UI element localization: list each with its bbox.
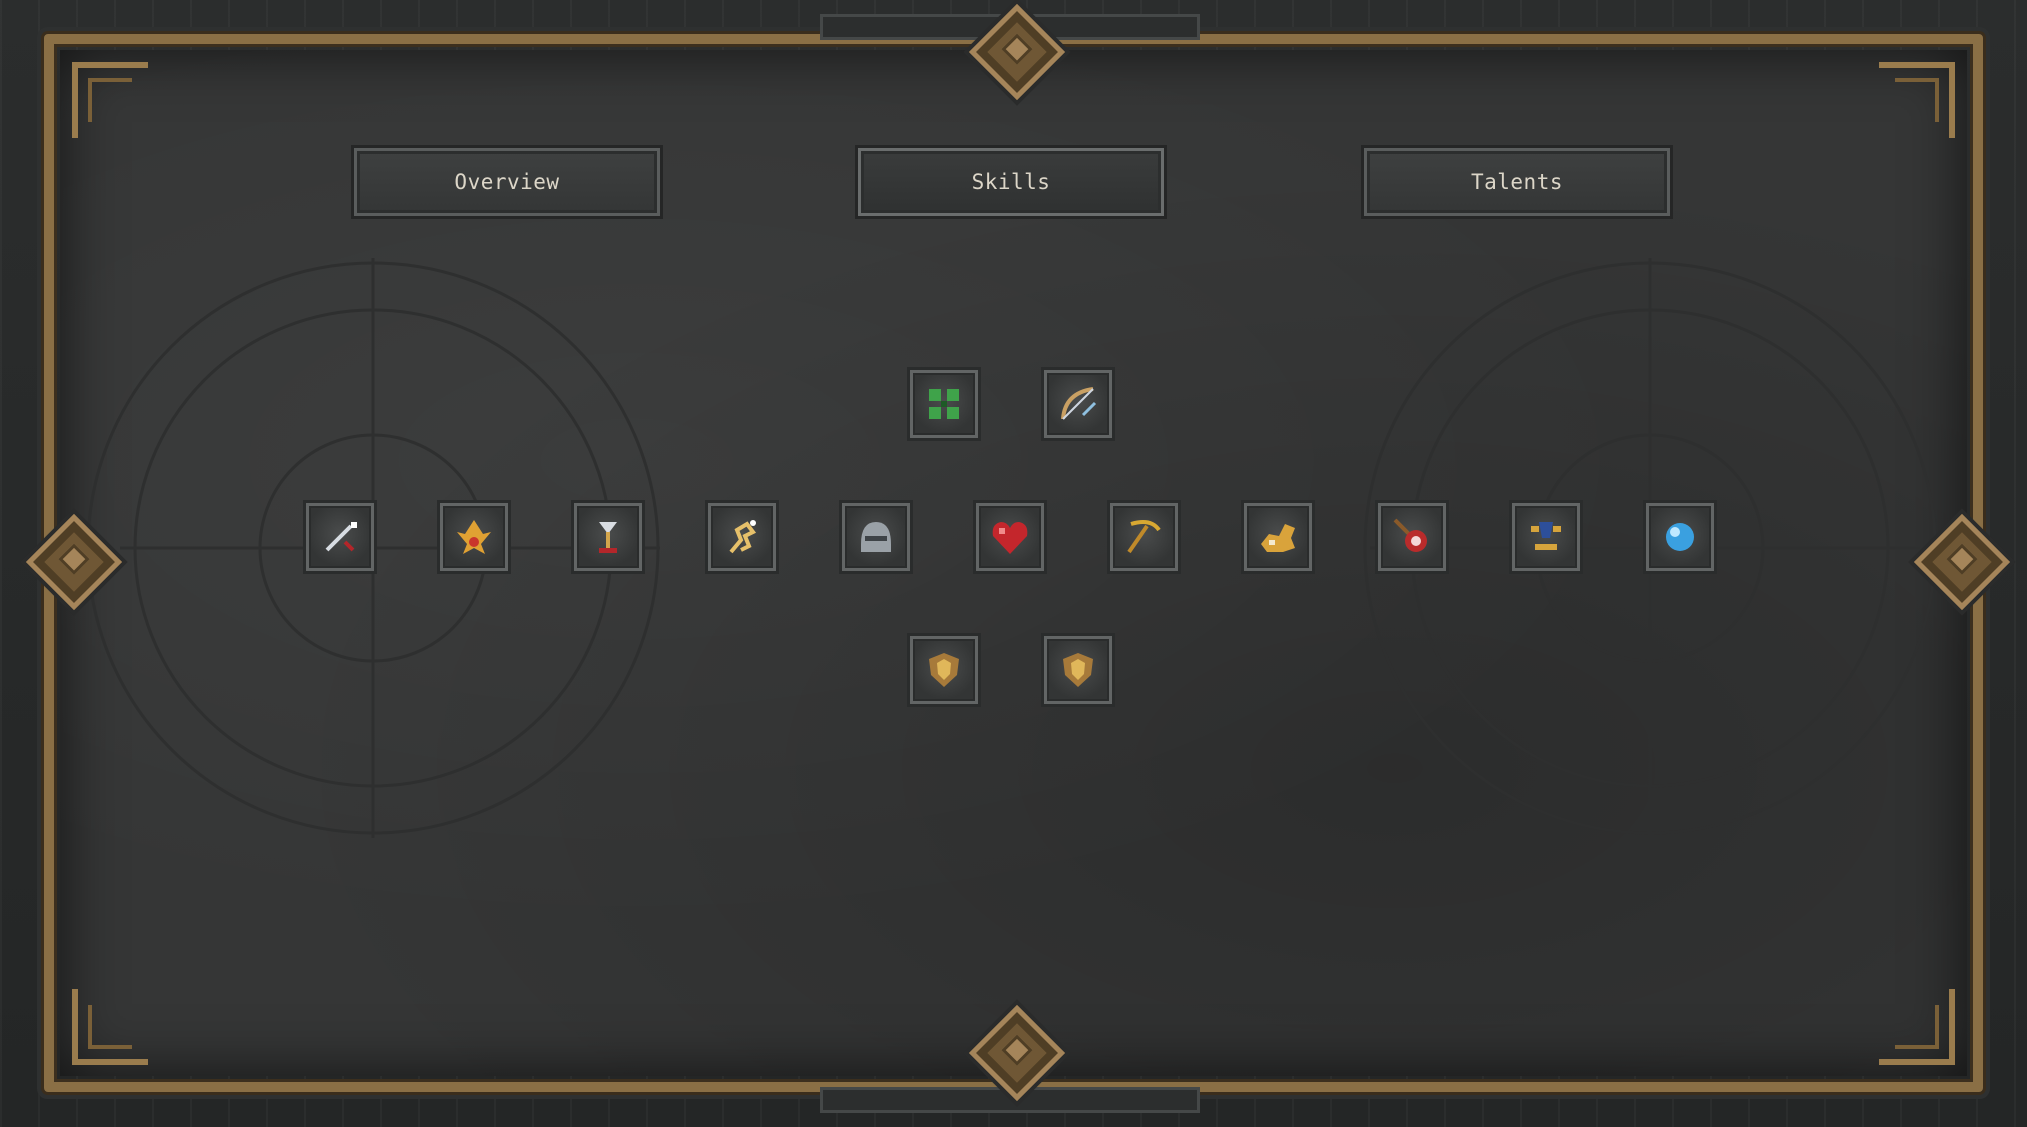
shield-icon <box>929 653 959 687</box>
sword-icon <box>325 522 357 552</box>
tab-overview[interactable]: Overview <box>354 148 660 216</box>
pickaxe-icon <box>1127 520 1161 554</box>
skill-slot-target-wand[interactable] <box>1378 503 1446 571</box>
heart-icon <box>992 522 1028 554</box>
tab-skills[interactable]: Skills <box>858 148 1164 216</box>
tab-talents-label: Talents <box>1470 170 1563 194</box>
skill-slot-bow[interactable] <box>1044 370 1112 438</box>
goblet-icon <box>599 522 617 553</box>
corner-ornament-bottom-left <box>50 977 160 1087</box>
skill-slot-heart[interactable] <box>976 503 1044 571</box>
skills-screen: Overview Skills Talents <box>0 0 2027 1127</box>
skill-slot-golden-beast[interactable] <box>1244 503 1312 571</box>
skill-slot-leaping-figure[interactable] <box>708 503 776 571</box>
skill-slot-sword[interactable] <box>306 503 374 571</box>
corner-ornament-bottom-right <box>1867 977 1977 1087</box>
blue-orb-icon <box>1666 523 1694 551</box>
fire-bird-icon <box>457 520 491 554</box>
corner-ornament-top-right <box>1867 40 1977 150</box>
skill-slot-blue-orb[interactable] <box>1646 503 1714 571</box>
anvil-trophy-icon <box>1531 522 1561 550</box>
skill-slot-shield-2[interactable] <box>1044 636 1112 704</box>
skill-slot-goblet[interactable] <box>574 503 642 571</box>
skill-slot-pickaxe[interactable] <box>1110 503 1178 571</box>
skill-slot-clover[interactable] <box>910 370 978 438</box>
shield-icon <box>1063 653 1093 687</box>
tab-talents[interactable]: Talents <box>1364 148 1670 216</box>
clover-icon <box>929 389 959 419</box>
helmet-icon <box>861 522 891 552</box>
golden-beast-icon <box>1261 524 1295 552</box>
skill-slot-helmet[interactable] <box>842 503 910 571</box>
bow-icon <box>1061 387 1097 420</box>
corner-ornament-top-left <box>50 40 160 150</box>
tab-skills-label: Skills <box>971 170 1051 194</box>
leaping-figure-icon <box>729 520 757 554</box>
skill-slot-shield-1[interactable] <box>910 636 978 704</box>
skill-slot-fire-bird[interactable] <box>440 503 508 571</box>
tab-overview-label: Overview <box>454 170 560 194</box>
target-wand-icon <box>1393 518 1427 552</box>
skill-slot-anvil-trophy[interactable] <box>1512 503 1580 571</box>
